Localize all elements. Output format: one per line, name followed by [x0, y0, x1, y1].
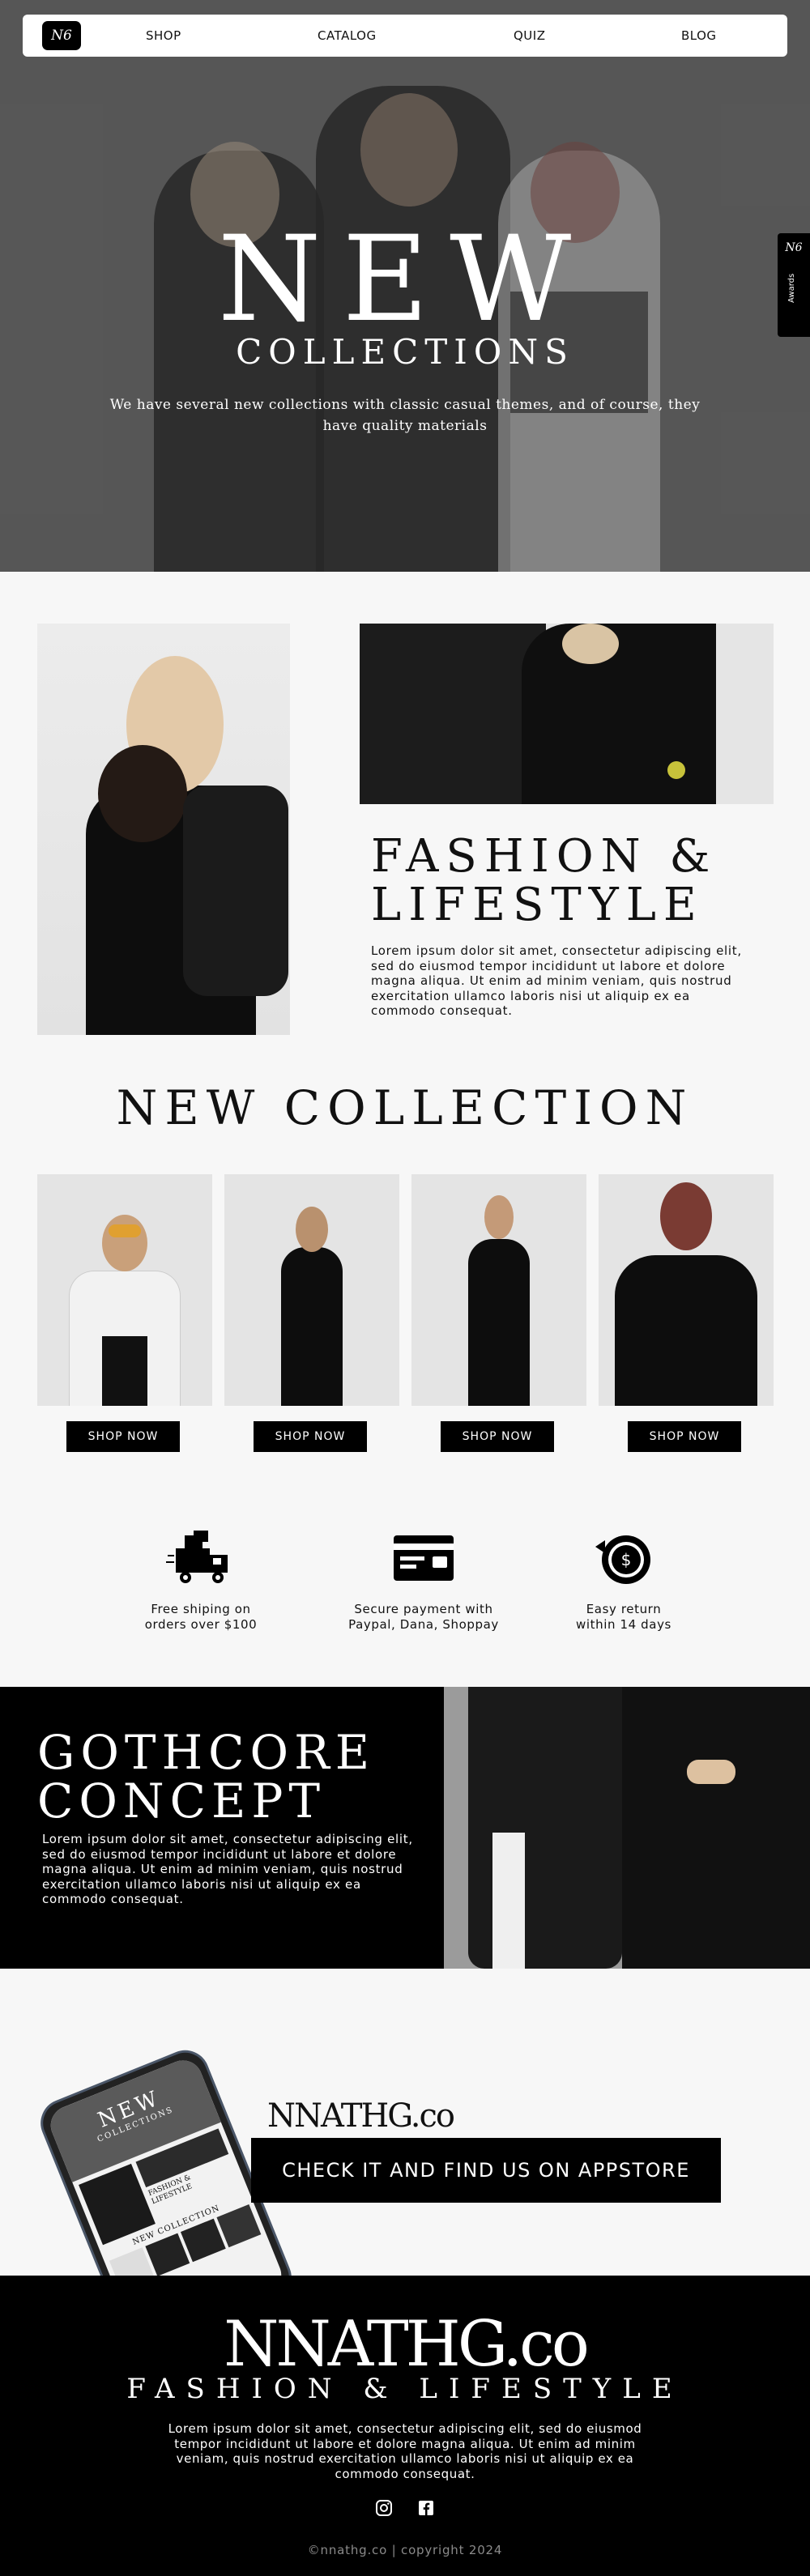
product-image-2[interactable] [224, 1174, 399, 1406]
shop-now-button-4[interactable]: SHOP NOW [628, 1421, 741, 1452]
svg-text:$: $ [621, 1550, 632, 1569]
shop-now-button-3[interactable]: SHOP NOW [441, 1421, 554, 1452]
instagram-icon[interactable] [374, 2498, 394, 2518]
fashion-text: Lorem ipsum dolor sit amet, consectetur … [371, 943, 742, 1018]
awards-logo: N6 [785, 241, 803, 254]
feature-secure-payment-label: Secure payment with Paypal, Dana, Shoppay [348, 1602, 499, 1632]
fashion-photo-main [37, 624, 290, 1035]
nav-link-quiz[interactable]: QUIZ [514, 28, 546, 43]
footer: NNATHG.co FASHION & LIFESTYLE Lorem ipsu… [0, 2276, 810, 2576]
return-coin-icon: $ [595, 1535, 650, 1584]
product-image-4[interactable] [599, 1174, 774, 1406]
delivery-truck-icon [166, 1531, 228, 1583]
footer-copyright: ©nnathg.co | copyright 2024 [307, 2543, 503, 2557]
awards-label: Awards [787, 273, 796, 303]
product-image-1[interactable] [37, 1174, 212, 1406]
top-nav: N6 SHOP CATALOG QUIZ BLOG [23, 15, 787, 57]
gothcore-photo [444, 1687, 810, 1969]
feature-easy-return: $ Easy return within 14 days [531, 1531, 717, 1633]
fashion-title: FASHION & LIFESTYLE [371, 830, 718, 931]
nav-link-shop[interactable]: SHOP [146, 28, 181, 43]
app-brand: NNATHG.co [267, 2097, 455, 2135]
appstore-cta-button[interactable]: CHECK IT AND FIND US ON APPSTORE [251, 2138, 721, 2203]
gothcore-title: GOTHCORE CONCEPT [37, 1725, 376, 1829]
feature-secure-payment: Secure payment with Paypal, Dana, Shoppay [330, 1531, 517, 1633]
hero-title: NEW [217, 211, 593, 348]
awards-badge[interactable]: N6 Awards [778, 233, 810, 337]
fashion-photo-secondary [360, 624, 774, 804]
gothcore-text: Lorem ipsum dolor sit amet, consectetur … [42, 1832, 413, 1906]
hero-subtitle: COLLECTIONS [236, 332, 574, 372]
nav-link-blog[interactable]: BLOG [681, 28, 717, 43]
shop-now-button-2[interactable]: SHOP NOW [254, 1421, 367, 1452]
feature-free-shipping-label: Free shiping on orders over $100 [144, 1602, 258, 1632]
product-image-3[interactable] [411, 1174, 586, 1406]
feature-easy-return-label: Easy return within 14 days [576, 1602, 671, 1632]
facebook-icon[interactable] [416, 2498, 436, 2518]
feature-free-shipping: Free shiping on orders over $100 [108, 1531, 294, 1633]
footer-tagline: FASHION & LIFESTYLE [126, 2373, 684, 2405]
payment-card-icon [394, 1535, 454, 1581]
nav-link-catalog[interactable]: CATALOG [318, 28, 377, 43]
shop-now-button-1[interactable]: SHOP NOW [66, 1421, 180, 1452]
footer-text: Lorem ipsum dolor sit amet, consectetur … [168, 2421, 642, 2481]
hero-description: We have several new collections with cla… [109, 397, 701, 434]
new-collection-title: NEW COLLECTION [116, 1080, 694, 1135]
footer-brand: NNATHG.co [224, 2308, 590, 2381]
